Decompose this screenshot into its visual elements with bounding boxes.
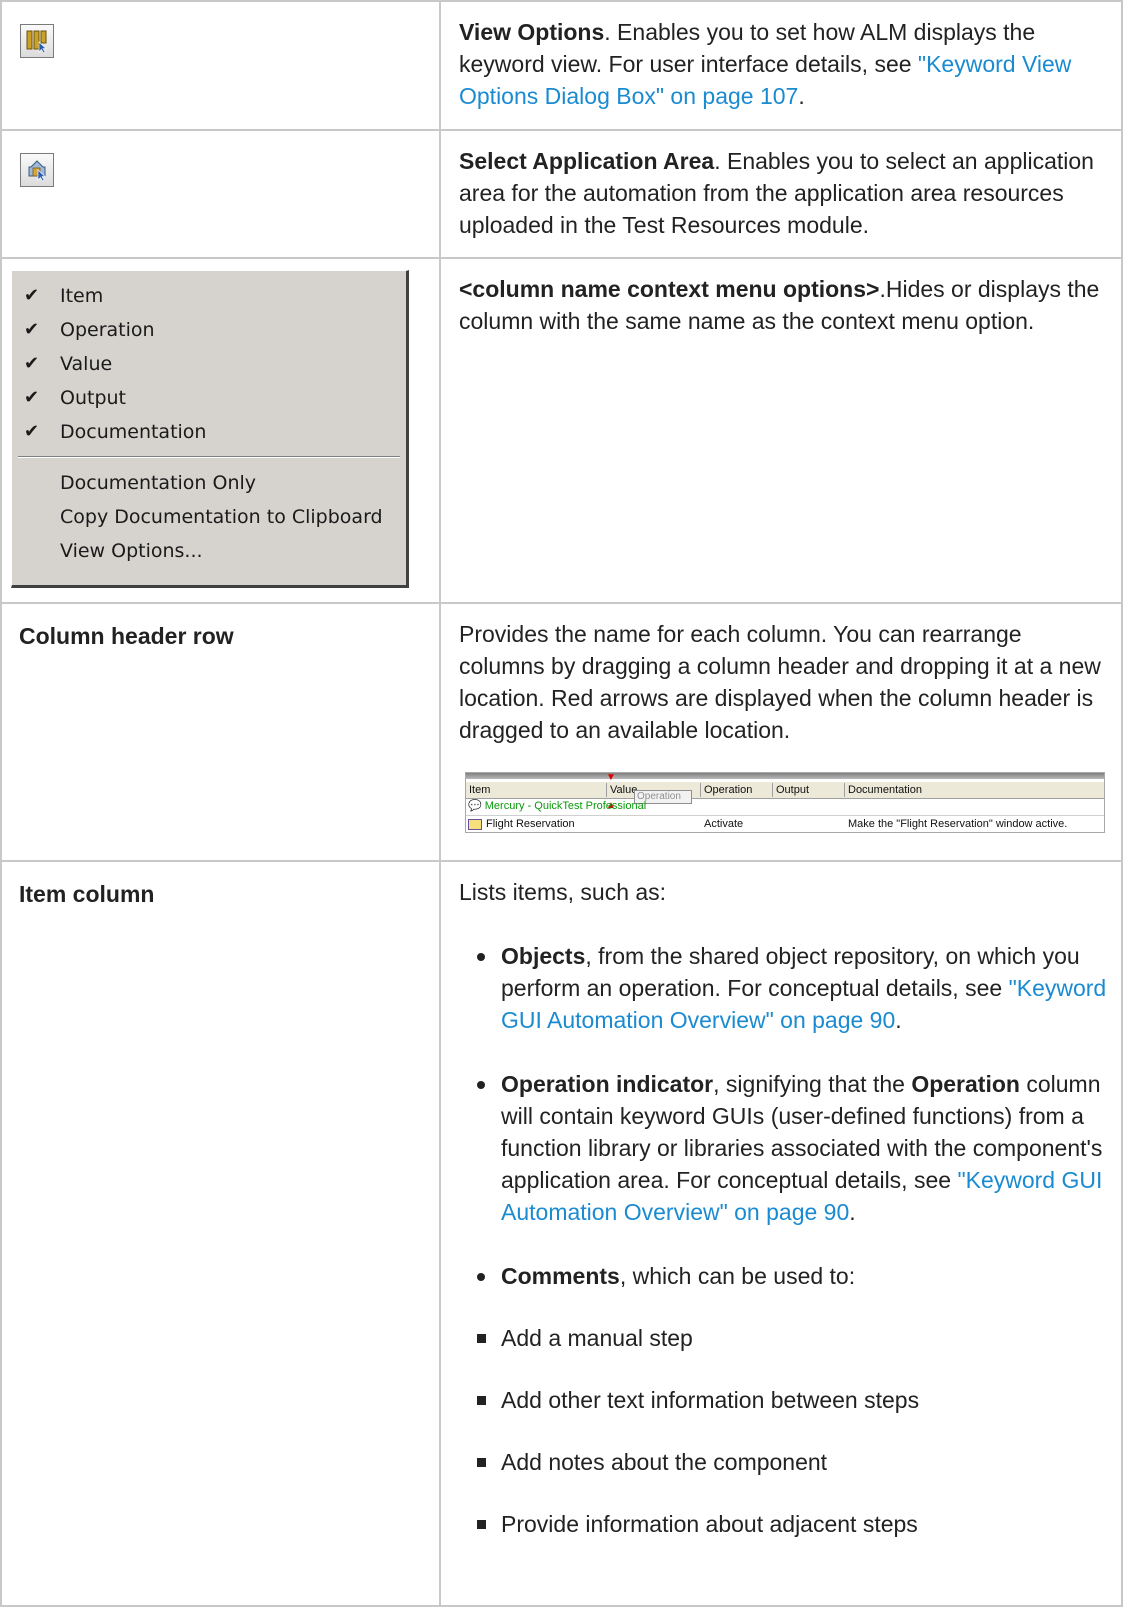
list-item: Add other text information between steps [459,1384,1107,1416]
menu-item-label: Copy Documentation to Clipboard [60,506,383,528]
check-icon: ✔ [24,285,40,306]
square-bullet-icon [477,1334,486,1343]
sub-item-text: Add notes about the component [501,1449,828,1475]
menu-item-label: View Options... [60,540,203,562]
square-bullet-icon [477,1458,486,1467]
menu-item-label: Documentation [60,421,207,443]
menu-item-item[interactable]: ✔ Item [12,279,406,313]
grid-cell-operation: Activate [704,818,744,830]
grid-col-item: Item [469,784,491,796]
sub-item-text: Provide information about adjacent steps [501,1511,918,1537]
menu-item-value[interactable]: ✔ Value [12,347,406,381]
context-menu-description: <column name context menu options>.Hides… [439,257,1123,604]
icon-cell [0,129,441,259]
table-row: Select Application Area. Enables you to … [0,129,1123,259]
column-header-row-label: Column header row [0,602,441,862]
select-application-area-title: Select Application Area [459,148,715,174]
menu-item-documentation-only[interactable]: Documentation Only [12,466,406,500]
icon-cell [0,0,441,131]
list-item: Provide information about adjacent steps [459,1508,1107,1540]
objects-text: , from the shared object repository, on … [501,943,1080,1001]
square-bullet-icon [477,1520,486,1529]
period: . [798,83,805,109]
menu-item-view-options[interactable]: View Options... [12,534,406,568]
red-down-arrow-icon: ▼ [606,772,616,783]
list-item: Operation indicator, signifying that the… [459,1068,1107,1228]
grid-row-comment: 💬 Mercury - QuickTest Professional [468,799,646,813]
select-application-area-icon [20,153,54,187]
bullet-icon [477,953,485,961]
sub-item-text: Add a manual step [501,1325,693,1351]
menu-item-output[interactable]: ✔ Output [12,381,406,415]
comments-text: , which can be used to: [619,1263,856,1289]
menu-item-copy-documentation[interactable]: Copy Documentation to Clipboard [12,500,406,534]
list-item: Comments, which can be used to: [459,1260,1107,1292]
item-column-description: Lists items, such as: Objects, from the … [439,860,1123,1607]
grid-col-value: Value [606,783,637,797]
list-item: Add a manual step [459,1322,1107,1354]
view-options-icon [20,24,54,58]
sub-item-text: Add other text information between steps [501,1387,920,1413]
bullet-icon [477,1273,485,1281]
context-menu-cell: ✔ Item ✔ Operation ✔ Value ✔ Output ✔ Documen… [0,257,441,604]
comment-text: Mercury - QuickTest Professional [484,800,647,812]
objects-label: Objects [501,943,586,969]
list-item: Objects, from the shared object reposito… [459,940,1107,1036]
comment-icon: 💬 [468,800,482,812]
operation-indicator-label: Operation indicator [501,1071,714,1097]
view-options-description: View Options. Enables you to set how ALM… [439,0,1123,131]
grid-col-operation: Operation [700,783,752,797]
menu-item-label: Value [60,353,113,375]
grid-top-bar [466,773,1104,779]
check-icon: ✔ [24,353,40,374]
comments-label: Comments [501,1263,620,1289]
table-row: View Options. Enables you to set how ALM… [0,0,1123,131]
window-icon [468,819,482,830]
operation-label: Operation [911,1071,1020,1097]
check-icon: ✔ [24,387,40,408]
period: . [849,1199,856,1225]
menu-item-label: Output [60,387,126,409]
table-row: ✔ Item ✔ Operation ✔ Value ✔ Output ✔ Documen… [0,257,1123,604]
menu-item-operation[interactable]: ✔ Operation [12,313,406,347]
bullet-icon [477,1081,485,1089]
grid-col-documentation: Documentation [844,783,922,797]
column-header-row-description: Provides the name for each column. You c… [439,602,1123,862]
menu-item-label: Documentation Only [60,472,257,494]
context-menu-title: <column name context menu options> [459,276,880,302]
comment-uses-list: Add a manual step Add other text informa… [459,1322,1107,1540]
table-row: Item column Lists items, such as: Object… [0,860,1123,1607]
item-types-list: Objects, from the shared object reposito… [459,940,1107,1292]
table-row: Column header row Provides the name for … [0,602,1123,862]
select-application-area-description: Select Application Area. Enables you to … [439,129,1123,259]
view-options-title: View Options [459,19,605,45]
grid-row-step: Flight Reservation Activate Make the "Fl… [466,815,1104,832]
menu-separator [18,456,400,458]
period: . [895,1007,902,1033]
grid-cell-documentation: Make the "Flight Reservation" window act… [848,818,1068,830]
item-column-intro: Lists items, such as: [459,879,667,905]
item-column-label: Item column [0,860,441,1607]
list-item: Add notes about the component [459,1446,1107,1478]
check-icon: ✔ [24,421,40,442]
grid-col-output: Output [772,783,809,797]
keyword-view-screenshot: Item Value Operation Output Documentatio… [465,772,1105,833]
column-header-row-text: Provides the name for each column. You c… [459,621,1101,743]
square-bullet-icon [477,1396,486,1405]
menu-item-label: Item [60,285,104,307]
reference-table: View Options. Enables you to set how ALM… [0,0,1123,1607]
grid-cell-item: Flight Reservation [486,818,575,830]
check-icon: ✔ [24,319,40,340]
operation-indicator-text: , signifying that the [713,1071,912,1097]
menu-item-label: Operation [60,319,155,341]
column-context-menu: ✔ Item ✔ Operation ✔ Value ✔ Output ✔ Documen… [11,270,409,588]
menu-item-documentation[interactable]: ✔ Documentation [12,415,406,449]
